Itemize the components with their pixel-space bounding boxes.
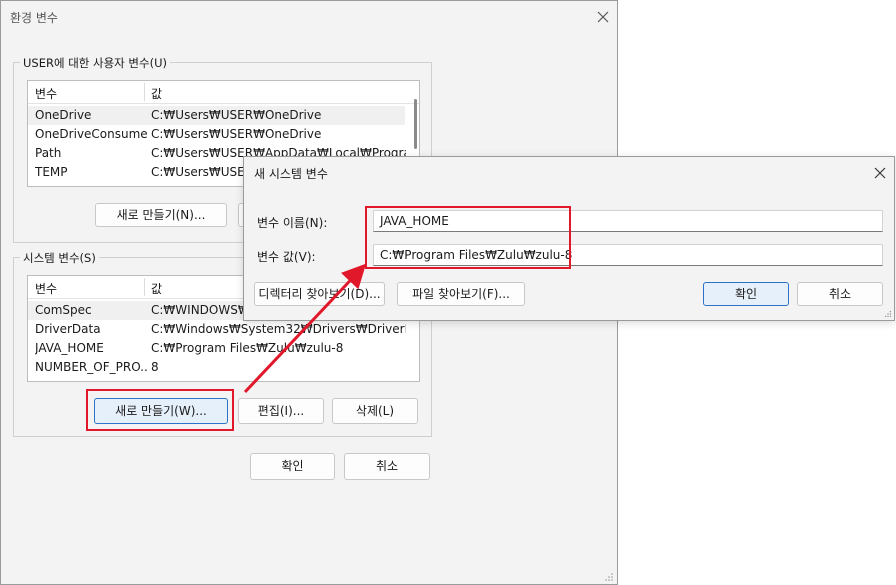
annotation-arrow-icon xyxy=(243,263,367,394)
